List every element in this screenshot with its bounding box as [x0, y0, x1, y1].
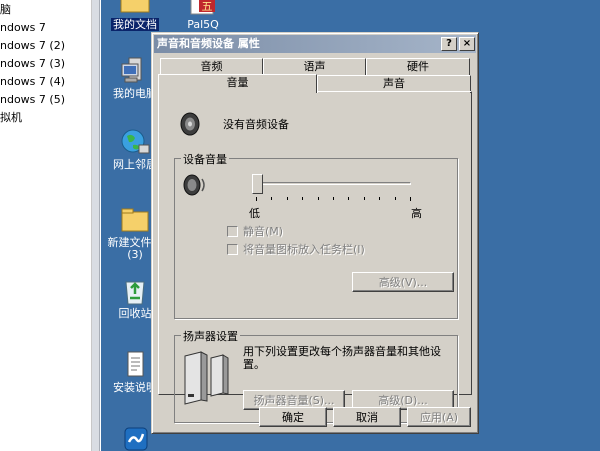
- slider-track: [255, 182, 411, 185]
- slider-tick: [302, 197, 304, 200]
- host-item[interactable]: 拟机: [0, 109, 22, 126]
- host-divider: [92, 0, 100, 451]
- mute-checkbox-row[interactable]: 静音(M): [227, 225, 283, 239]
- tray-icon-checkbox-row[interactable]: 将音量图标放入任务栏(I): [227, 243, 365, 257]
- slider-tick: [317, 197, 319, 200]
- mute-checkbox[interactable]: [227, 226, 238, 237]
- apply-button[interactable]: 应用(A): [407, 407, 471, 427]
- desktop-icon-my-documents[interactable]: 我的文档: [101, 0, 171, 31]
- mute-label: 静音(M): [243, 225, 284, 238]
- speaker-settings-title: 扬声器设置: [181, 328, 240, 344]
- slider-tick: [256, 197, 257, 201]
- host-item[interactable]: ndows 7: [0, 19, 46, 36]
- slider-tick: [333, 197, 334, 200]
- speakers-icon: [183, 348, 229, 409]
- host-item[interactable]: ndows 7 (5): [0, 91, 65, 108]
- host-item[interactable]: ndows 7 (4): [0, 73, 65, 90]
- desktop-icon-pal5q[interactable]: 五 Pal5Q: [167, 0, 239, 31]
- host-item[interactable]: 脑: [0, 1, 11, 18]
- volume-slider[interactable]: [251, 173, 415, 203]
- speaker-volume-icon: [181, 171, 209, 202]
- network-globe-icon: [119, 127, 151, 157]
- slider-ticks: [251, 197, 415, 201]
- volume-tab-panel: 没有音频设备 设备音量 低 高 静音(M) 将音量图标放入任务栏(I) 高级(V…: [158, 91, 472, 423]
- slider-thumb[interactable]: [252, 174, 263, 194]
- tray-icon-label: 将音量图标放入任务栏(I): [243, 243, 365, 256]
- tab-volume[interactable]: 音量: [158, 74, 317, 93]
- slider-tick: [286, 197, 288, 200]
- tray-icon-checkbox[interactable]: [227, 244, 238, 255]
- speaker-icon: [177, 110, 205, 141]
- folder-icon: [119, 0, 151, 16]
- computer-icon: [119, 56, 151, 86]
- slider-tick: [379, 197, 381, 200]
- desktop-icon-label: 我的文档: [111, 18, 159, 31]
- ok-button[interactable]: 确定: [259, 407, 327, 427]
- text-document-icon: [119, 350, 151, 380]
- pal5q-icon: 五: [187, 0, 219, 16]
- host-item[interactable]: ndows 7 (3): [0, 55, 65, 72]
- close-button[interactable]: ×: [459, 37, 475, 51]
- cancel-button[interactable]: 取消: [333, 407, 401, 427]
- speaker-settings-description: 用下列设置更改每个扬声器音量和其他设置。: [243, 345, 441, 371]
- pal5q-badge: 五: [202, 0, 213, 13]
- slider-tick: [348, 197, 350, 200]
- device-volume-title: 设备音量: [181, 151, 229, 167]
- slider-tick: [363, 197, 365, 200]
- sound-audio-properties-dialog: 声音和音频设备 属性 ? × 音频 语声 硬件 音量 声音 没有音频设备 设备音…: [151, 32, 479, 434]
- dialog-titlebar[interactable]: 声音和音频设备 属性 ? ×: [154, 35, 476, 53]
- host-item[interactable]: ndows 7 (2): [0, 37, 65, 54]
- no-device-text: 没有音频设备: [223, 118, 289, 131]
- recycle-bin-icon: [119, 276, 151, 306]
- slider-tick: [271, 197, 273, 200]
- tab-hardware[interactable]: 硬件: [366, 58, 470, 76]
- device-volume-group: 设备音量 低 高 静音(M) 将音量图标放入任务栏(I) 高级(V)...: [174, 151, 458, 319]
- dialog-title: 声音和音频设备 属性: [157, 37, 260, 50]
- volume-high-label: 高: [411, 207, 422, 220]
- volume-low-label: 低: [249, 207, 260, 220]
- host-sidebar: 脑 ndows 7 ndows 7 (2) ndows 7 (3) ndows …: [0, 0, 92, 451]
- app-shortcut-icon: [119, 424, 151, 451]
- slider-tick: [410, 197, 411, 201]
- desktop-icon-label: Pal5Q: [187, 18, 219, 31]
- slider-tick: [394, 197, 396, 200]
- help-button[interactable]: ?: [441, 37, 457, 51]
- folder-icon: [119, 205, 151, 235]
- device-advanced-button[interactable]: 高级(V)...: [352, 272, 454, 292]
